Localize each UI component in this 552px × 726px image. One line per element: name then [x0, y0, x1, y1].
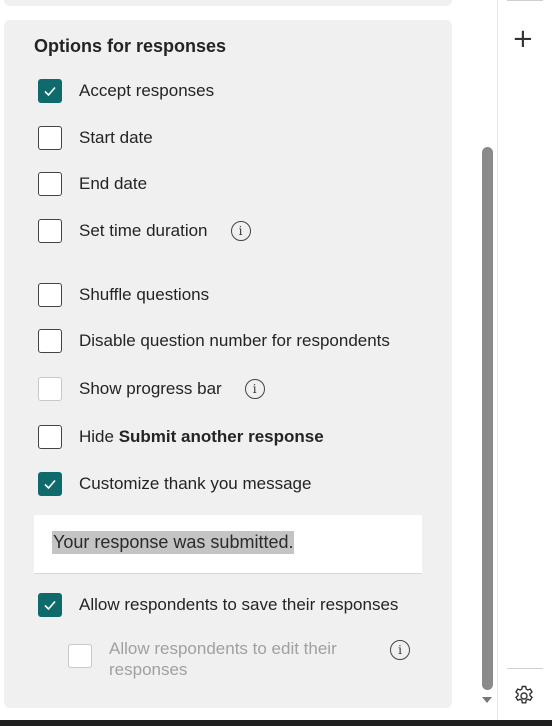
shuffle-questions-checkbox[interactable]	[38, 283, 62, 307]
allow-edit-label: Allow respondents to edit their response…	[109, 638, 337, 680]
taskbar-edge	[0, 720, 552, 726]
disable-question-number-label: Disable question number for respondents	[79, 331, 390, 350]
allow-save-label: Allow respondents to save their response…	[79, 595, 399, 614]
option-start-date[interactable]: Start date	[38, 125, 153, 151]
thank-you-message-text: Your response was submitted.	[52, 531, 295, 554]
rail-divider	[507, 0, 543, 1]
end-date-label: End date	[79, 174, 148, 193]
allow-edit-checkbox[interactable]	[68, 644, 92, 668]
scrollbar-thumb[interactable]	[482, 147, 493, 690]
gear-icon[interactable]	[512, 684, 536, 708]
checkmark-icon	[44, 479, 56, 490]
add-icon[interactable]: +	[512, 26, 534, 52]
option-allow-save[interactable]: Allow respondents to save their response…	[38, 592, 398, 618]
checkmark-icon	[44, 86, 56, 97]
show-progress-bar-label: Show progress bar	[79, 379, 222, 398]
rail-divider	[507, 668, 543, 669]
set-time-duration-label: Set time duration	[79, 221, 208, 240]
info-icon[interactable]: i	[390, 640, 410, 660]
option-set-time-duration[interactable]: Set time duration i	[38, 218, 251, 244]
option-disable-question-number[interactable]: Disable question number for respondents	[38, 328, 390, 354]
allow-save-checkbox[interactable]	[38, 593, 62, 617]
allow-edit-label-line2: responses	[109, 660, 188, 679]
set-time-duration-checkbox[interactable]	[38, 219, 62, 243]
accept-responses-label: Accept responses	[79, 81, 215, 100]
start-date-label: Start date	[79, 128, 153, 147]
option-show-progress-bar[interactable]: Show progress bar i	[38, 376, 265, 402]
show-progress-bar-checkbox[interactable]	[38, 377, 62, 401]
hide-prefix: Hide	[79, 427, 119, 446]
hide-submit-another-checkbox[interactable]	[38, 425, 62, 449]
customize-thank-you-checkbox[interactable]	[38, 472, 62, 496]
option-hide-submit-another[interactable]: Hide Submit another response	[38, 424, 324, 450]
option-shuffle-questions[interactable]: Shuffle questions	[38, 282, 209, 308]
accept-responses-checkbox[interactable]	[38, 79, 62, 103]
hide-submit-another-label: Hide Submit another response	[79, 427, 324, 447]
right-rail	[497, 0, 552, 726]
shuffle-questions-label: Shuffle questions	[79, 285, 210, 304]
option-accept-responses[interactable]: Accept responses	[38, 78, 214, 104]
option-customize-thank-you[interactable]: Customize thank you message	[38, 471, 311, 497]
allow-edit-label-line1: Allow respondents to edit their	[109, 639, 337, 658]
previous-section-card	[4, 0, 452, 6]
disable-question-number-checkbox[interactable]	[38, 329, 62, 353]
info-icon[interactable]: i	[244, 379, 265, 399]
end-date-checkbox[interactable]	[38, 172, 62, 196]
thank-you-message-input[interactable]: Your response was submitted.	[34, 515, 422, 574]
section-title: Options for responses	[34, 36, 227, 56]
info-icon[interactable]: i	[230, 221, 251, 241]
option-end-date[interactable]: End date	[38, 171, 147, 197]
customize-thank-you-label: Customize thank you message	[79, 474, 312, 493]
checkmark-icon	[44, 600, 56, 611]
scroll-down-arrow-icon[interactable]	[482, 697, 492, 703]
submit-another-response-bold: Submit another response	[118, 427, 324, 446]
start-date-checkbox[interactable]	[38, 126, 62, 150]
